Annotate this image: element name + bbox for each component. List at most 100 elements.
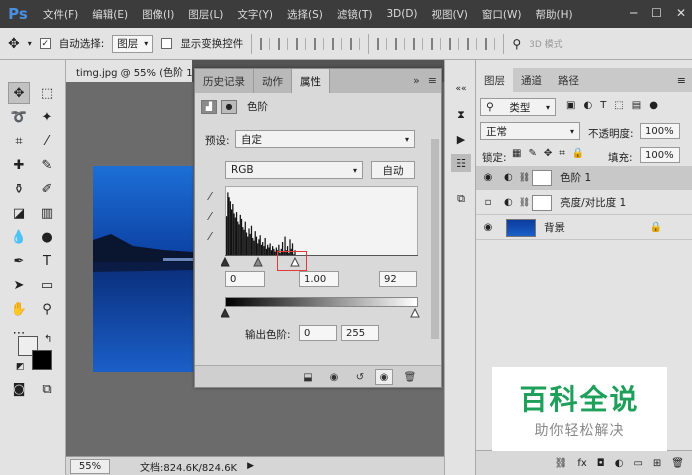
search-icon[interactable]: ⚲ — [512, 37, 521, 51]
align-bottom-icon[interactable] — [296, 37, 307, 50]
rectangle-tool-icon[interactable]: ▭ — [36, 274, 58, 296]
tab-layers[interactable]: 图层 — [476, 68, 513, 92]
input-gamma-field[interactable]: 1.00 — [299, 271, 339, 287]
show-transform-checkbox[interactable] — [161, 38, 173, 49]
auto-button[interactable]: 自动 — [371, 161, 415, 179]
layer-filter-dropdown[interactable]: ⚲ 类型 ▾ — [480, 98, 556, 116]
eye-icon[interactable]: ◉ — [476, 222, 500, 233]
zoom-level[interactable]: 55% — [70, 458, 110, 474]
delete-icon[interactable]: 🗑 — [401, 369, 419, 385]
clip-to-layer-icon[interactable]: ⬓ — [299, 369, 317, 385]
white-output-slider[interactable] — [410, 307, 420, 318]
fill-field[interactable]: 100% — [640, 147, 680, 163]
eye-icon[interactable]: ◉ — [476, 172, 500, 183]
layer-row[interactable]: ◉ ◐ ⛓ 色阶 1 — [476, 166, 692, 190]
gradient-tool-icon[interactable]: ▥ — [36, 202, 58, 224]
eyedropper-tool-icon[interactable]: ⁄ — [36, 130, 58, 152]
swap-colors-icon[interactable]: ↰ — [44, 334, 52, 345]
document-tab[interactable]: timg.jpg @ 55% (色阶 1 — [66, 60, 192, 82]
move-tool-icon[interactable]: ✥ — [8, 82, 30, 104]
distribute-right-icon[interactable] — [467, 37, 478, 50]
distribute-vcenter-icon[interactable] — [395, 37, 406, 50]
history-brush-icon[interactable]: ✐ — [36, 178, 58, 200]
properties-panel-icon[interactable]: ☷ — [451, 154, 471, 172]
black-output-slider[interactable] — [221, 307, 230, 318]
lock-all-icon[interactable]: 🔒 — [572, 148, 584, 159]
black-point-eyedropper-icon[interactable]: ⁄ — [203, 189, 217, 203]
collapse-panel-icon[interactable]: » — [413, 74, 420, 87]
tab-paths[interactable]: 路径 — [550, 68, 587, 92]
new-group-icon[interactable]: ▭ — [633, 458, 642, 469]
menu-3d[interactable]: 3D(D) — [379, 8, 424, 20]
marquee-tool-icon[interactable]: ⬚ — [36, 82, 58, 104]
menu-view[interactable]: 视图(V) — [425, 7, 475, 22]
blur-tool-icon[interactable]: 💧 — [8, 226, 30, 248]
new-layer-icon[interactable]: ⊞ — [653, 458, 661, 469]
close-icon[interactable]: ✕ — [676, 6, 686, 20]
hand-tool-icon[interactable]: ✋ — [8, 298, 30, 320]
new-adjustment-icon[interactable]: ◐ — [615, 458, 624, 469]
blend-mode-dropdown[interactable]: 正常 ▾ — [480, 122, 580, 140]
menu-image[interactable]: 图像(I) — [135, 7, 181, 22]
gray-point-eyedropper-icon[interactable]: ⁄ — [203, 209, 217, 223]
menu-help[interactable]: 帮助(H) — [529, 7, 580, 22]
distribute-top-icon[interactable] — [377, 37, 388, 50]
lock-image-icon[interactable]: ✎ — [528, 148, 536, 159]
default-colors-icon[interactable]: ◩ — [16, 362, 25, 372]
lasso-tool-icon[interactable]: ➰ — [8, 106, 30, 128]
output-black-field[interactable]: 0 — [299, 325, 337, 341]
align-top-icon[interactable] — [260, 37, 271, 50]
menu-type[interactable]: 文字(Y) — [230, 7, 280, 22]
crop-tool-icon[interactable]: ⌗ — [8, 130, 30, 152]
filter-adjustment-icon[interactable]: ◐ — [583, 100, 592, 111]
lock-position-icon[interactable]: ✥ — [544, 148, 552, 159]
panel-menu-icon[interactable]: ≡ — [677, 74, 686, 87]
screen-mode-icon[interactable]: ⧉ — [36, 378, 58, 400]
align-vcenter-icon[interactable] — [278, 37, 289, 50]
filter-toggle-icon[interactable]: ● — [649, 100, 658, 111]
layer-mask-thumbnail[interactable] — [532, 169, 553, 186]
align-hcenter-icon[interactable] — [332, 37, 343, 50]
preset-dropdown[interactable]: 自定 ▾ — [235, 130, 415, 148]
menu-layer[interactable]: 图层(L) — [181, 7, 230, 22]
menu-edit[interactable]: 编辑(E) — [85, 7, 135, 22]
lock-artboard-icon[interactable]: ⌗ — [559, 148, 565, 159]
healing-brush-icon[interactable]: ✚ — [8, 154, 30, 176]
white-point-eyedropper-icon[interactable]: ⁄ — [203, 229, 217, 243]
align-left-icon[interactable] — [314, 37, 325, 50]
tool-preset-chevron-icon[interactable]: ▾ — [28, 39, 32, 48]
auto-select-dropdown[interactable]: 图层 ▾ — [112, 34, 154, 53]
add-mask-icon[interactable]: ◘ — [597, 458, 605, 469]
clone-stamp-icon[interactable]: ⚱ — [8, 178, 30, 200]
move-tool-icon[interactable]: ✥ — [8, 36, 20, 52]
maximize-icon[interactable]: ☐ — [651, 6, 662, 20]
layer-mask-icon[interactable]: ● — [221, 99, 237, 114]
menu-window[interactable]: 窗口(W) — [475, 7, 529, 22]
distribute-left-icon[interactable] — [431, 37, 442, 50]
chevron-right-icon[interactable]: ▶ — [247, 461, 254, 471]
align-right-icon[interactable] — [350, 37, 361, 50]
black-input-slider[interactable] — [221, 256, 230, 267]
output-white-field[interactable]: 255 — [341, 325, 379, 341]
tab-properties[interactable]: 属性 — [292, 69, 330, 93]
tab-history[interactable]: 历史记录 — [195, 69, 254, 93]
link-layers-icon[interactable]: ⛓ — [555, 458, 568, 469]
filter-smart-object-icon[interactable]: ▤ — [632, 100, 641, 111]
link-icon[interactable]: ⛓ — [519, 198, 530, 208]
gamma-input-slider[interactable] — [253, 256, 263, 267]
type-tool-icon[interactable]: T — [36, 250, 58, 272]
dodge-tool-icon[interactable]: ● — [36, 226, 58, 248]
auto-align-icon[interactable] — [485, 37, 496, 50]
layer-comps-icon[interactable]: ⧉ — [451, 190, 471, 208]
menu-select[interactable]: 选择(S) — [280, 7, 330, 22]
opacity-field[interactable]: 100% — [640, 123, 680, 139]
view-previous-icon[interactable]: ◉ — [325, 369, 343, 385]
actions-panel-icon[interactable]: ▶ — [451, 130, 471, 148]
magic-wand-icon[interactable]: ✦ — [36, 106, 58, 128]
layer-mask-thumbnail[interactable] — [532, 194, 553, 211]
path-select-icon[interactable]: ➤ — [8, 274, 30, 296]
reset-icon[interactable]: ↺ — [351, 369, 369, 385]
link-icon[interactable]: ⛓ — [519, 173, 530, 183]
menu-file[interactable]: 文件(F) — [36, 7, 85, 22]
filter-pixel-icon[interactable]: ▣ — [566, 100, 575, 111]
